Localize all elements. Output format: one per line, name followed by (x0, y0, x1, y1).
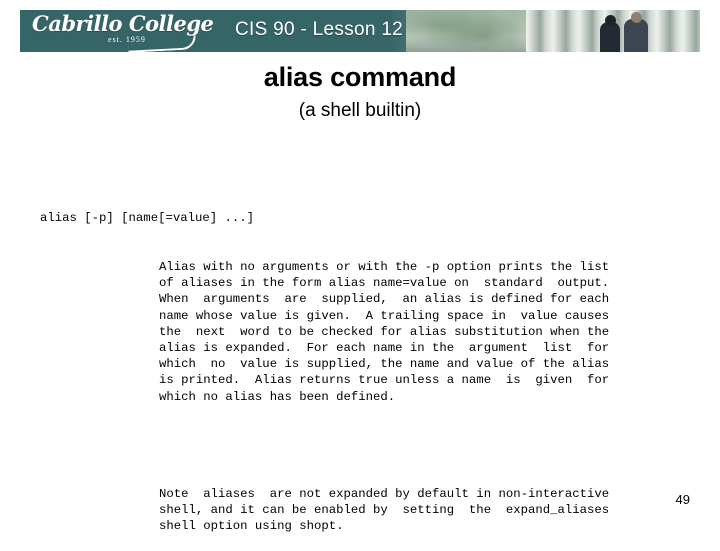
manpage-paragraph-2: Note aliases are not expanded by default… (159, 486, 610, 534)
people-photo (596, 12, 666, 52)
page-number: 49 (675, 492, 690, 507)
foliage-image (406, 10, 526, 52)
campus-photo (390, 10, 700, 52)
person-silhouette-left (600, 15, 620, 52)
logo-swash-flourish (127, 35, 197, 52)
slide-subtitle: (a shell builtin) (298, 100, 422, 121)
person-silhouette-right (624, 12, 648, 52)
logo-wordmark: Cabrillo College (32, 11, 214, 36)
manpage-synopsis-line: alias [-p] [name[=value] ...] (40, 211, 255, 226)
header-banner: Cabrillo College est. 1959 CIS 90 - Less… (20, 10, 700, 52)
head-left (605, 15, 616, 26)
head-right (631, 12, 642, 23)
manpage-paragraph-1: Alias with no arguments or with the -p o… (159, 260, 610, 404)
slide-title: alias command (263, 62, 457, 92)
manpage-text-block: alias [-p] [name[=value] ...] Alias with… (40, 178, 688, 551)
cabrillo-college-logo: Cabrillo College est. 1959 (32, 11, 214, 52)
course-lesson-title: CIS 90 - Lesson 12 (235, 19, 404, 40)
